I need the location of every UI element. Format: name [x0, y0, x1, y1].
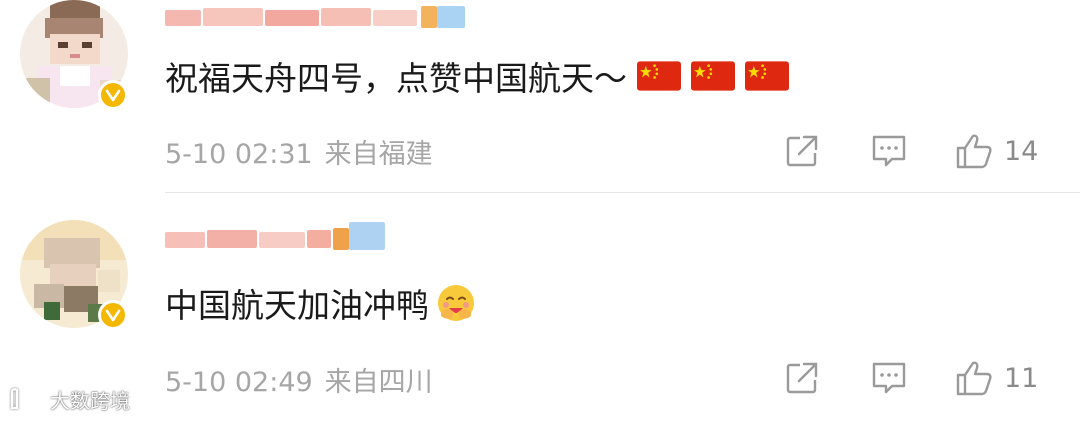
comment-meta: 5-10 02:49 来自四川 — [165, 360, 433, 399]
comment-location: 来自四川 — [324, 367, 433, 398]
watermark-text: 大数跨境 — [50, 389, 130, 413]
comment-divider — [165, 192, 1080, 193]
thumbs-up-icon — [956, 134, 992, 169]
username-blurred[interactable] — [165, 6, 465, 30]
avatar[interactable] — [20, 0, 132, 112]
comment-text: 中国航天加油冲鸭 — [165, 279, 477, 327]
watermark-logo-icon — [10, 387, 49, 409]
comment-actions: 14 — [770, 129, 1070, 173]
comment-meta: 5-10 02:31 来自福建 — [165, 132, 433, 171]
comment-location: 来自福建 — [324, 139, 433, 170]
share-button[interactable] — [784, 133, 820, 169]
thumbs-up-icon — [956, 361, 992, 396]
avatar[interactable] — [20, 220, 132, 332]
china-flag-icon — [745, 61, 789, 91]
comment-date: 5-10 02:49 — [165, 367, 313, 398]
reply-button[interactable] — [870, 133, 908, 169]
hugging-face-emoji-icon — [438, 285, 474, 321]
like-button[interactable]: 14 — [954, 132, 1038, 170]
comment-text: 祝福天舟四号，点赞中国航天～ — [165, 52, 789, 100]
verified-badge-icon — [98, 80, 128, 110]
comment-text-content: 中国航天加油冲鸭 — [165, 286, 429, 325]
comment-icon — [872, 135, 906, 167]
china-flag-icon — [637, 61, 681, 91]
comment-item: 中国航天加油冲鸭 5-10 02:49 来自四川 11 — [0, 203, 1080, 421]
china-flag-icon — [691, 61, 735, 91]
comment-text-content: 祝福天舟四号，点赞中国航天～ — [165, 59, 627, 98]
share-icon — [786, 135, 818, 167]
reply-button[interactable] — [870, 360, 908, 396]
like-count: 14 — [1004, 135, 1039, 167]
watermark: 大数跨境 — [8, 385, 130, 414]
comment-actions: 11 — [770, 356, 1070, 400]
share-icon — [786, 362, 818, 394]
comment-icon — [872, 362, 906, 394]
share-button[interactable] — [784, 360, 820, 396]
username-blurred[interactable] — [165, 222, 395, 252]
verified-badge-icon — [98, 300, 128, 330]
comment-date: 5-10 02:31 — [165, 139, 313, 170]
comment-item: 祝福天舟四号，点赞中国航天～ 5-10 02:31 来自福建 14 — [0, 0, 1080, 193]
like-button[interactable]: 11 — [954, 359, 1038, 397]
like-count: 11 — [1004, 362, 1039, 394]
